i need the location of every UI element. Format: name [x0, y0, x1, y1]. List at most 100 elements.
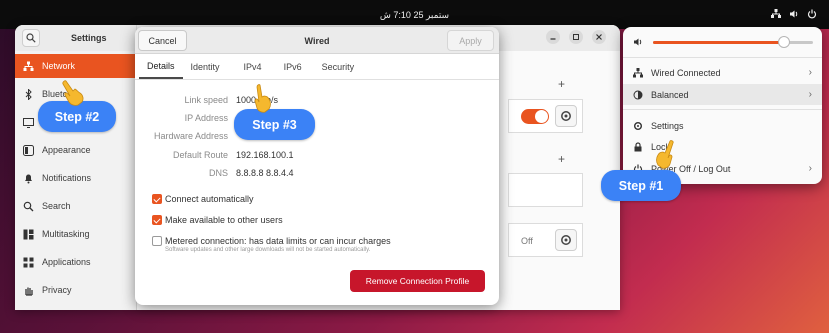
- system-tray[interactable]: [771, 9, 817, 19]
- checkbox-unchecked[interactable]: [152, 236, 162, 246]
- network-icon[interactable]: [771, 9, 781, 19]
- clock[interactable]: ستمبر 25 7:10 ش: [0, 10, 829, 21]
- wired-toggle[interactable]: [521, 109, 549, 124]
- search-icon: [23, 201, 34, 212]
- wired-dialog: Cancel Wired Apply Details Identity IPv4…: [135, 27, 499, 305]
- sidebar-item-multitasking[interactable]: Multitasking: [15, 222, 137, 246]
- sidebar-item-applications[interactable]: Applications: [15, 250, 137, 274]
- menu-item-label: Wired Connected: [651, 67, 721, 78]
- checkbox-label: Make available to other users: [165, 215, 283, 225]
- sidebar-item-label: Applications: [42, 257, 91, 267]
- connect-automatically-checkbox[interactable]: Connect automatically: [152, 194, 254, 204]
- tab-identity[interactable]: Identity: [183, 55, 228, 79]
- toggle-knob: [535, 110, 548, 123]
- sidebar-item-privacy[interactable]: Privacy: [15, 278, 137, 302]
- detail-key: DNS: [208, 168, 228, 178]
- power-icon[interactable]: [807, 9, 817, 19]
- tab-ipv6[interactable]: IPv6: [270, 55, 310, 79]
- sidebar-item-label: Network: [42, 61, 76, 71]
- lock-icon: [633, 141, 643, 152]
- dialog-tabs: Details Identity IPv4 IPv6 Security: [139, 55, 362, 79]
- gear-icon: [633, 121, 643, 131]
- tab-details[interactable]: Details: [139, 55, 183, 79]
- remove-connection-profile-button[interactable]: Remove Connection Profile: [350, 270, 485, 292]
- hand-icon: [23, 285, 34, 296]
- checkbox-label: Metered connection: has data limits or c…: [165, 236, 391, 246]
- sidebar-item-notifications[interactable]: Notifications: [15, 166, 137, 190]
- chevron-right-icon: ›: [808, 67, 812, 78]
- volume-icon: [634, 38, 642, 46]
- pointing-hand-icon: [656, 140, 674, 169]
- close-button[interactable]: [592, 30, 606, 44]
- detail-key: Default Route: [172, 150, 228, 160]
- network-icon: [23, 61, 34, 72]
- menu-item-balanced[interactable]: Balanced ›: [623, 84, 822, 105]
- volume-slider[interactable]: [653, 36, 813, 48]
- multitasking-icon: [23, 229, 34, 240]
- menu-item-label: Balanced: [651, 89, 689, 100]
- maximize-icon: [573, 34, 579, 40]
- detail-hardware-address: Hardware Address: [135, 131, 499, 143]
- chevron-right-icon: ›: [808, 89, 812, 100]
- sidebar-item-label: Privacy: [42, 285, 72, 295]
- detail-link-speed: Link speed 1000 Mb/s: [135, 95, 499, 107]
- gear-icon: [561, 235, 571, 245]
- background-icon: [23, 117, 34, 128]
- menu-item-settings[interactable]: Settings: [623, 115, 822, 136]
- search-button[interactable]: [22, 29, 40, 47]
- add-connection-button[interactable]: +: [558, 77, 565, 91]
- pointing-hand-icon: [254, 84, 271, 113]
- sidebar-header: Settings: [15, 25, 137, 51]
- checkbox-label: Connect automatically: [165, 194, 254, 204]
- detail-key: Link speed: [184, 95, 228, 105]
- maximize-button[interactable]: [569, 30, 583, 44]
- add-vpn-button[interactable]: +: [558, 152, 565, 166]
- pointing-hand-icon: [62, 80, 84, 106]
- volume-icon[interactable]: [789, 9, 799, 19]
- volume-fill: [653, 41, 784, 44]
- bluetooth-icon: [23, 88, 34, 100]
- sidebar-item-network[interactable]: Network: [15, 54, 137, 78]
- sidebar-item-label: Multitasking: [42, 229, 90, 239]
- bell-icon: [23, 173, 34, 184]
- tab-divider: [135, 79, 499, 80]
- chevron-right-icon: ›: [808, 163, 812, 174]
- gear-icon: [561, 111, 571, 121]
- metered-note: Software updates and other large downloa…: [165, 247, 371, 253]
- appearance-icon: [23, 144, 34, 156]
- sidebar-item-search[interactable]: Search: [15, 194, 137, 218]
- volume-slider-handle[interactable]: [778, 36, 790, 48]
- detail-value: 8.8.8.8 8.8.4.4: [236, 168, 294, 178]
- detail-ip-address: IP Address: [135, 113, 499, 125]
- proxy-state: Off: [521, 236, 533, 246]
- minimize-button[interactable]: [546, 30, 560, 44]
- sidebar-item-label: Notifications: [42, 173, 92, 183]
- detail-value: 192.168.100.1: [236, 150, 294, 160]
- proxy-row: Off: [508, 223, 583, 257]
- vpn-empty-row: [508, 173, 583, 207]
- tab-security[interactable]: Security: [310, 55, 363, 79]
- checkbox-checked[interactable]: [152, 215, 162, 225]
- power-profile-icon: [633, 90, 643, 100]
- menu-item-label: Settings: [651, 120, 684, 131]
- settings-title: Settings: [71, 33, 107, 43]
- detail-dns: DNS 8.8.8.8 8.8.4.4: [135, 168, 499, 180]
- menu-separator: [623, 109, 822, 110]
- menu-separator: [623, 57, 822, 58]
- checkbox-checked[interactable]: [152, 194, 162, 204]
- sidebar-item-appearance[interactable]: Appearance: [15, 138, 137, 162]
- close-icon: [596, 34, 602, 40]
- menu-item-wired-connected[interactable]: Wired Connected ›: [623, 62, 822, 83]
- detail-key: IP Address: [184, 113, 228, 123]
- search-icon: [26, 33, 36, 43]
- metered-connection-checkbox[interactable]: Metered connection: has data limits or c…: [152, 236, 391, 246]
- apply-button[interactable]: Apply: [447, 30, 494, 51]
- network-icon: [633, 67, 643, 78]
- proxy-settings-button[interactable]: [555, 229, 577, 251]
- detail-default-route: Default Route 192.168.100.1: [135, 150, 499, 162]
- wired-settings-button[interactable]: [555, 105, 577, 127]
- detail-key: Hardware Address: [153, 131, 228, 141]
- tab-ipv4[interactable]: IPv4: [228, 55, 270, 79]
- available-to-users-checkbox[interactable]: Make available to other users: [152, 215, 283, 225]
- minimize-icon: [550, 38, 556, 40]
